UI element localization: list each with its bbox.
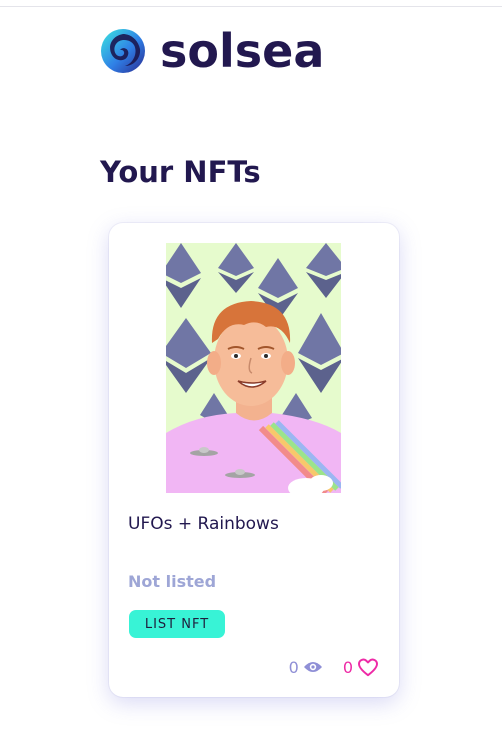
eye-icon bbox=[303, 662, 322, 672]
listing-status: Not listed bbox=[128, 572, 217, 591]
nft-card[interactable]: UFOs + Rainbows Not listed LIST NFT 0 0 bbox=[109, 223, 399, 697]
logo-wordmark: solsea bbox=[160, 24, 325, 78]
likes-stat[interactable]: 0 bbox=[343, 657, 379, 677]
list-nft-button[interactable]: LIST NFT bbox=[129, 610, 225, 638]
views-stat: 0 bbox=[289, 658, 323, 677]
nft-image[interactable] bbox=[166, 243, 341, 493]
solsea-logo-icon bbox=[101, 29, 145, 73]
site-logo[interactable]: solsea bbox=[100, 28, 324, 74]
page-title: Your NFTs bbox=[100, 155, 261, 189]
views-count: 0 bbox=[288, 657, 299, 677]
nft-name[interactable]: UFOs + Rainbows bbox=[128, 514, 279, 534]
heart-icon[interactable] bbox=[357, 657, 379, 677]
nft-stats: 0 0 bbox=[289, 657, 379, 677]
top-divider bbox=[0, 6, 502, 7]
likes-count: 0 bbox=[342, 657, 353, 677]
